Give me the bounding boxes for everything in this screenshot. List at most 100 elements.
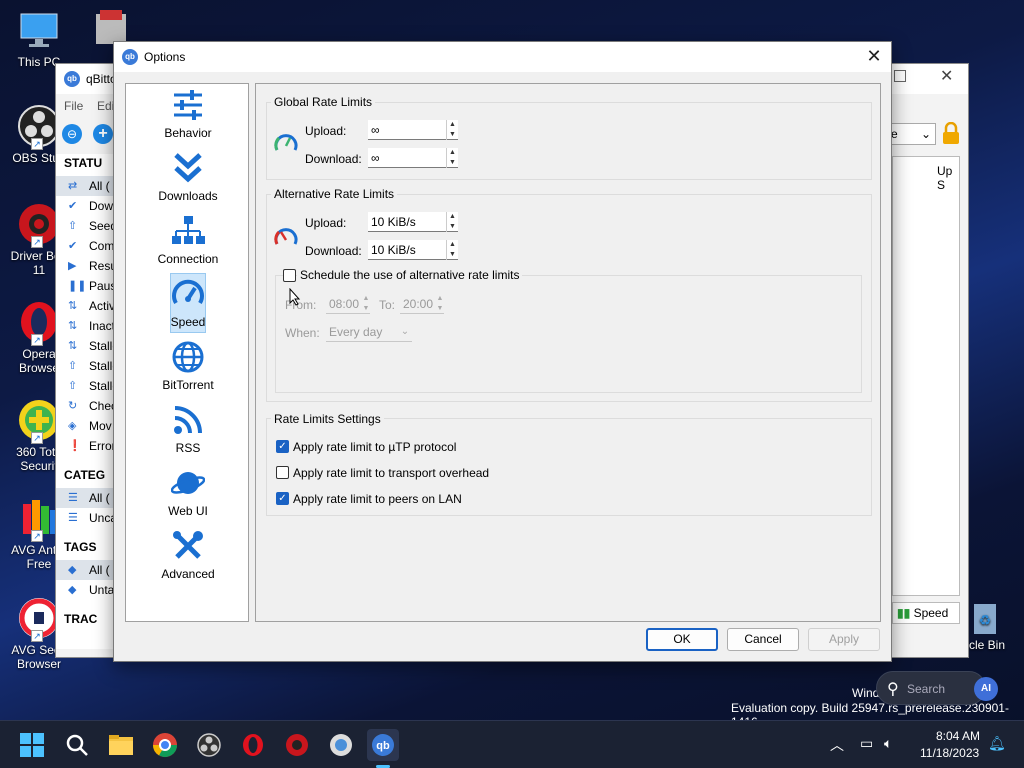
- category-behavior[interactable]: Behavior: [126, 88, 250, 140]
- alternative-rate-limits-title: Alternative Rate Limits: [271, 187, 398, 201]
- category-connection[interactable]: Connection: [126, 214, 250, 266]
- alternative-upload-spinbox[interactable]: 10 KiB/s ▲ ▼: [368, 212, 458, 232]
- ok-button[interactable]: OK: [646, 628, 718, 651]
- spin-arrows-icon[interactable]: ▲ ▼: [446, 148, 458, 168]
- options-dialog[interactable]: qb Options ✕ Behavior Downloads Connecti…: [113, 41, 892, 662]
- spin-arrows-icon[interactable]: ▲ ▼: [446, 212, 458, 232]
- speed-settings-panel: Global Rate Limits Upload: ∞ ▲ ▼ Download…: [255, 83, 881, 622]
- alternative-download-value: 10 KiB/s: [371, 243, 416, 257]
- utp-checkbox[interactable]: ✓: [276, 440, 289, 453]
- filter-item[interactable]: ↻ Chec: [56, 396, 114, 416]
- desktop-icon-label: Opera Browse: [18, 347, 59, 375]
- spin-arrows-icon[interactable]: ▲ ▼: [446, 120, 458, 140]
- filter-item[interactable]: ✔ Dow: [56, 196, 114, 216]
- filter-item-label: All (: [89, 491, 110, 505]
- schedule-checkbox-label[interactable]: Schedule the use of alternative rate lim…: [297, 268, 523, 282]
- taskbar-qbittorrent[interactable]: qb: [367, 729, 399, 761]
- taskbar-opera[interactable]: [237, 729, 269, 761]
- transport-overhead-checkbox[interactable]: [276, 466, 289, 479]
- network-icon[interactable]: ▭: [860, 735, 873, 752]
- search-button[interactable]: [61, 729, 93, 761]
- category-rss[interactable]: RSS: [126, 403, 250, 455]
- schedule-when-value: Every day: [329, 325, 383, 339]
- double-chevron-down-icon: [171, 151, 205, 185]
- category-label: BitTorrent: [162, 378, 214, 392]
- category-downloads[interactable]: Downloads: [126, 151, 250, 203]
- filter-section-header[interactable]: CATEG: [64, 468, 105, 482]
- taskbar-driver-booster[interactable]: [281, 729, 313, 761]
- schedule-to-value: 20:00: [403, 297, 434, 311]
- add-torrent-icon[interactable]: +: [93, 124, 113, 144]
- global-download-spinbox[interactable]: ∞ ▲ ▼: [368, 148, 458, 168]
- filter-item[interactable]: ⇅ Activ: [56, 296, 114, 316]
- qbittorrent-logo-icon: qb: [64, 71, 80, 87]
- status-speed-button[interactable]: ▮▮ Speed: [892, 602, 960, 624]
- taskbar-obs[interactable]: [193, 729, 225, 761]
- taskbar-search-box[interactable]: ⚲ Search: [876, 671, 986, 705]
- transport-overhead-label[interactable]: Apply rate limit to transport overhead: [293, 466, 489, 480]
- menu-file[interactable]: File: [64, 99, 83, 113]
- filter-section-header[interactable]: TAGS: [64, 540, 96, 554]
- filter-item[interactable]: ⇧ Seed: [56, 216, 114, 236]
- filter-item[interactable]: ◆ All (: [56, 560, 114, 580]
- filter-item[interactable]: ❗ Error: [56, 436, 114, 456]
- global-upload-spinbox[interactable]: ∞ ▲ ▼: [368, 120, 458, 140]
- volume-icon[interactable]: 🔈︎: [884, 735, 892, 752]
- torrent-list[interactable]: Up S: [892, 156, 960, 596]
- show-hidden-icons-chevron-up-icon[interactable]: ︿: [830, 735, 844, 755]
- status-speed-label: Speed: [913, 606, 949, 620]
- filter-item-icon: ⇄: [68, 180, 78, 192]
- filter-dropdown[interactable]: e ⌄: [886, 123, 936, 145]
- schedule-when-label: When:: [285, 326, 320, 340]
- filter-item[interactable]: ◆ Unta: [56, 580, 114, 600]
- maximize-button[interactable]: [894, 70, 906, 82]
- clock-date[interactable]: 11/18/2023: [920, 746, 979, 760]
- peers-lan-label[interactable]: Apply rate limit to peers on LAN: [293, 492, 462, 506]
- filter-item[interactable]: ⇧ Stalle: [56, 356, 114, 376]
- filter-section-header[interactable]: STATU: [64, 156, 102, 170]
- desktop-icon-this-pc[interactable]: This PC: [0, 8, 78, 69]
- filter-section-header[interactable]: TRAC: [64, 612, 97, 626]
- filter-item[interactable]: ◈ Mov: [56, 416, 114, 436]
- menu-edit[interactable]: Edi: [97, 99, 114, 113]
- copilot-icon[interactable]: AI: [974, 677, 998, 701]
- lock-icon[interactable]: [942, 121, 960, 144]
- column-header-upspeed[interactable]: Up S: [937, 164, 959, 192]
- filter-item[interactable]: ❚❚ Paus: [56, 276, 114, 296]
- taskbar-app[interactable]: [325, 729, 357, 761]
- options-category-list[interactable]: Behavior Downloads Connection Speed BitT…: [125, 83, 249, 622]
- spin-arrows-icon[interactable]: ▲ ▼: [446, 240, 458, 260]
- category-advanced[interactable]: Advanced: [126, 529, 250, 581]
- utp-label[interactable]: Apply rate limit to µTP protocol: [293, 440, 456, 454]
- filter-item[interactable]: ▶ Resu: [56, 256, 114, 276]
- clock-time[interactable]: 8:04 AM: [936, 729, 980, 743]
- alternative-download-spinbox[interactable]: 10 KiB/s ▲ ▼: [368, 240, 458, 260]
- filter-item[interactable]: ✔ Com: [56, 236, 114, 256]
- filter-item[interactable]: ⇅ Stalle: [56, 336, 114, 356]
- category-speed[interactable]: Speed: [126, 273, 250, 333]
- alternative-speedometer-icon: [274, 224, 298, 251]
- start-button[interactable]: [16, 729, 48, 761]
- filter-item[interactable]: ☰ All (: [56, 488, 114, 508]
- dialog-close-button[interactable]: ✕: [863, 46, 885, 68]
- filter-item[interactable]: ⇄ All (: [56, 176, 114, 196]
- cancel-button[interactable]: Cancel: [727, 628, 799, 651]
- filter-item-label: All (: [89, 563, 110, 577]
- filter-item[interactable]: ⇧ Stalle: [56, 376, 114, 396]
- category-webui[interactable]: Web UI: [126, 466, 250, 518]
- category-bittorrent[interactable]: BitTorrent: [126, 340, 250, 392]
- alternative-download-label: Download:: [305, 244, 362, 258]
- rate-limits-settings-title: Rate Limits Settings: [271, 412, 384, 426]
- peers-lan-checkbox[interactable]: ✓: [276, 492, 289, 505]
- globe-icon: [171, 340, 205, 374]
- category-label: RSS: [175, 441, 201, 455]
- taskbar-file-explorer[interactable]: [105, 729, 137, 761]
- apply-button[interactable]: Apply: [808, 628, 880, 651]
- add-link-icon[interactable]: ⊖: [62, 124, 82, 144]
- notification-bell-icon[interactable]: 🔔︎: [988, 735, 1006, 752]
- schedule-checkbox[interactable]: [283, 269, 296, 282]
- filter-item[interactable]: ☰ Unca: [56, 508, 114, 528]
- close-button[interactable]: ✕: [940, 66, 953, 86]
- taskbar-chrome[interactable]: [149, 729, 181, 761]
- filter-item[interactable]: ⇅ Inact: [56, 316, 114, 336]
